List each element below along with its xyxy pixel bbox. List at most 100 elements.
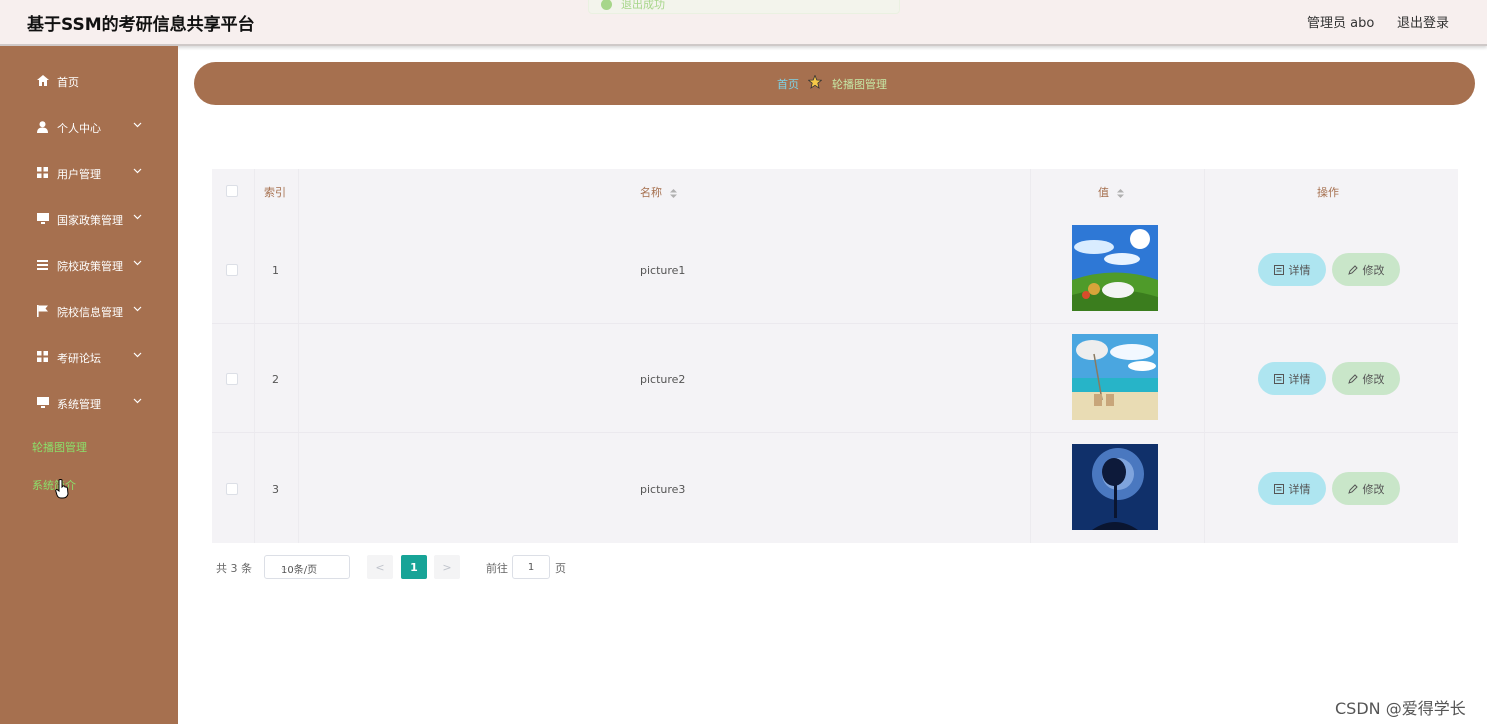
row-checkbox[interactable] — [226, 483, 238, 495]
sidebar: 首页 个人中心 用户管理 国家政策管理 院校政策管理 院校信息管理 考研论坛 系… — [0, 46, 178, 724]
logout-link[interactable]: 退出登录 — [1397, 12, 1449, 31]
detail-button[interactable]: 详情 — [1258, 253, 1326, 286]
goto-label: 前往 — [486, 562, 508, 575]
edit-button-label: 修改 — [1362, 263, 1385, 277]
breadcrumb-current: 轮播图管理 — [832, 78, 887, 91]
column-header-index: 索引 — [264, 186, 286, 199]
breadcrumb: 首页 轮播图管理 — [194, 62, 1475, 105]
sidebar-item-system[interactable]: 系统管理 — [0, 383, 178, 423]
goto-page-input[interactable] — [512, 555, 550, 579]
row-checkbox[interactable] — [226, 373, 238, 385]
chevron-down-icon — [133, 352, 142, 358]
detail-button[interactable]: 详情 — [1258, 362, 1326, 395]
list-icon — [36, 258, 49, 271]
table-row: 2 picture2 详情 修改 — [212, 324, 1458, 433]
sidebar-item-national-policy[interactable]: 国家政策管理 — [0, 199, 178, 239]
current-user: 管理员 abo — [1307, 16, 1375, 31]
column-header-label: 值 — [1098, 186, 1109, 199]
chevron-down-icon: ⌵ — [281, 564, 288, 573]
home-icon — [36, 74, 49, 87]
chevron-down-icon — [133, 168, 142, 174]
chevron-up-icon — [133, 398, 142, 404]
column-header-value[interactable]: 值 — [1098, 184, 1124, 200]
prev-page-button[interactable]: < — [367, 555, 393, 579]
select-all-checkbox[interactable] — [226, 185, 238, 197]
sidebar-subitem-intro[interactable]: 系统简介 — [32, 477, 76, 493]
star-icon — [808, 75, 822, 89]
edit-button[interactable]: 修改 — [1332, 362, 1400, 395]
breadcrumb-home[interactable]: 首页 — [777, 76, 799, 92]
sidebar-item-label: 个人中心 — [57, 122, 101, 135]
edit-button-label: 修改 — [1362, 372, 1385, 386]
detail-button-label: 详情 — [1288, 263, 1311, 277]
row-checkbox[interactable] — [226, 264, 238, 276]
watermark: CSDN @爱得学长 — [1335, 699, 1466, 718]
row-name: picture1 — [640, 264, 686, 277]
edit-icon — [1347, 483, 1358, 494]
edit-button[interactable]: 修改 — [1332, 472, 1400, 505]
success-icon — [601, 0, 612, 10]
sidebar-item-school-policy[interactable]: 院校政策管理 — [0, 245, 178, 285]
sidebar-item-profile[interactable]: 个人中心 — [0, 107, 178, 147]
detail-button-label: 详情 — [1288, 372, 1311, 386]
table-header: 索引 名称 值 操作 — [212, 169, 1458, 214]
sidebar-item-school-info[interactable]: 院校信息管理 — [0, 291, 178, 331]
page-size-select[interactable]: 10条/页 ⌵ — [264, 555, 350, 579]
sidebar-item-label: 院校信息管理 — [57, 306, 123, 319]
sidebar-item-label: 国家政策管理 — [57, 214, 123, 227]
pagination-total: 共 3 条 — [216, 562, 252, 575]
column-header-actions: 操作 — [1317, 186, 1339, 199]
monitor-icon — [36, 212, 49, 225]
sidebar-item-home[interactable]: 首页 — [0, 61, 178, 101]
column-header-label: 名称 — [640, 186, 662, 199]
document-icon — [1273, 373, 1284, 384]
sidebar-item-forum[interactable]: 考研论坛 — [0, 337, 178, 377]
edit-icon — [1347, 264, 1358, 275]
detail-button-label: 详情 — [1288, 482, 1311, 496]
row-index: 1 — [272, 264, 279, 277]
chevron-down-icon — [133, 122, 142, 128]
detail-button[interactable]: 详情 — [1258, 472, 1326, 505]
monitor-icon — [36, 396, 49, 409]
goto-suffix: 页 — [555, 562, 566, 575]
next-page-button[interactable]: > — [434, 555, 460, 579]
table-row: 3 picture3 详情 修改 — [212, 433, 1458, 542]
grid-icon — [36, 166, 49, 179]
flag-icon — [36, 304, 49, 317]
app-title: 基于SSM的考研信息共享平台 — [27, 15, 255, 35]
hand-cursor-icon — [55, 479, 69, 499]
sidebar-item-label: 首页 — [57, 76, 79, 89]
sidebar-item-label: 系统管理 — [57, 398, 101, 411]
document-icon — [1273, 264, 1284, 275]
page-number-1[interactable]: 1 — [401, 555, 427, 579]
sidebar-subitem-carousel[interactable]: 轮播图管理 — [32, 439, 87, 455]
row-name: picture2 — [640, 373, 686, 386]
table-row: 1 picture1 详情 修改 — [212, 215, 1458, 324]
sidebar-item-label: 用户管理 — [57, 168, 101, 181]
pagination: 共 3 条 10条/页 ⌵ < 1 > 前往 页 — [212, 553, 632, 579]
success-toast: 退出成功 — [588, 0, 900, 14]
grid-icon — [36, 350, 49, 363]
column-header-name[interactable]: 名称 — [640, 184, 677, 200]
sort-icon — [669, 188, 677, 198]
row-index: 3 — [272, 483, 279, 496]
edit-button[interactable]: 修改 — [1332, 253, 1400, 286]
edit-icon — [1347, 373, 1358, 384]
sidebar-item-label: 考研论坛 — [57, 352, 101, 365]
row-index: 2 — [272, 373, 279, 386]
sidebar-item-users[interactable]: 用户管理 — [0, 153, 178, 193]
document-icon — [1273, 483, 1284, 494]
chevron-down-icon — [133, 214, 142, 220]
sidebar-item-label: 院校政策管理 — [57, 260, 123, 273]
user-icon — [36, 120, 49, 133]
sort-icon — [1116, 188, 1124, 198]
chevron-down-icon — [133, 260, 142, 266]
row-image-night-tree[interactable] — [1072, 444, 1158, 530]
row-image-meadow[interactable] — [1072, 225, 1158, 311]
edit-button-label: 修改 — [1362, 482, 1385, 496]
chevron-down-icon — [133, 306, 142, 312]
row-image-beach[interactable] — [1072, 334, 1158, 420]
data-table: 索引 名称 值 操作 1 picture1 详情 修改 2 picture2 详… — [212, 169, 1458, 543]
top-header: 基于SSM的考研信息共享平台 退出成功 管理员 abo 退出登录 — [0, 0, 1487, 46]
row-name: picture3 — [640, 483, 686, 496]
